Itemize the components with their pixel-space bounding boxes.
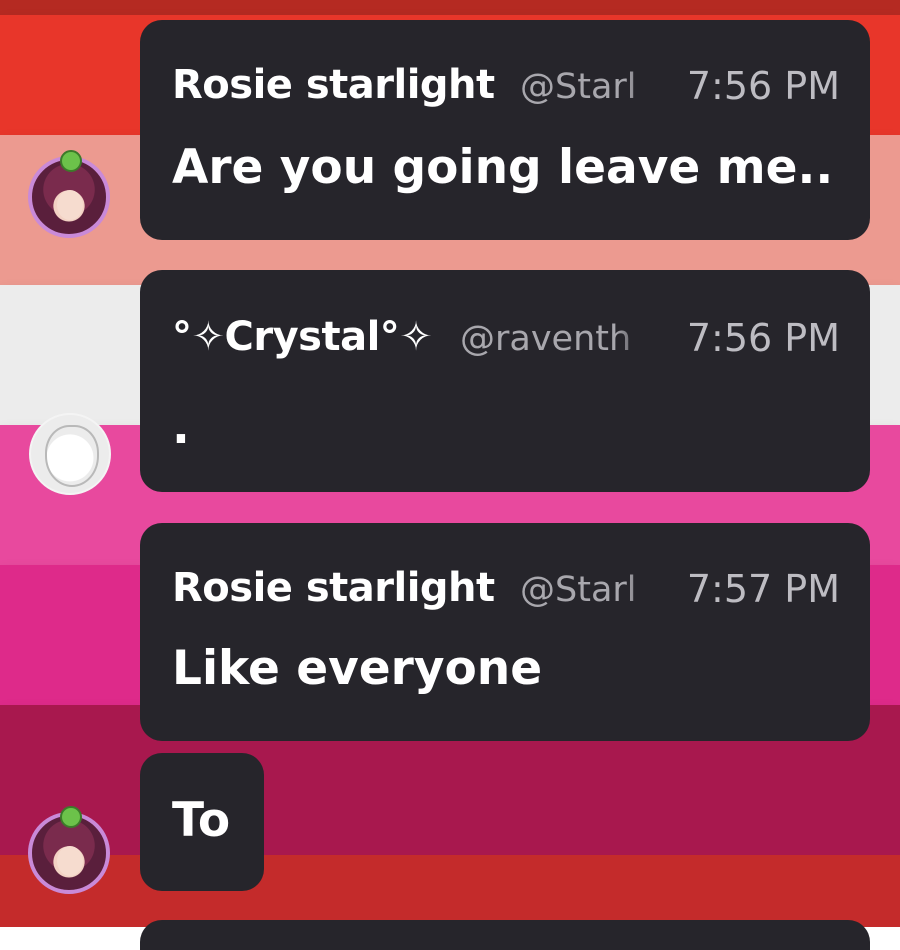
message-timestamp: 7:57 PM xyxy=(686,567,840,611)
author-name[interactable]: Rosie starlight xyxy=(172,565,495,611)
message-bubble[interactable]: To xyxy=(140,753,264,891)
message-bubble-partial[interactable] xyxy=(140,920,870,950)
author-handle: @Starl xyxy=(520,67,637,107)
message-text: To xyxy=(172,793,231,848)
author-handle: @Starl xyxy=(520,570,637,610)
background-stripe xyxy=(0,855,900,927)
avatar-sketch xyxy=(45,425,99,487)
message-text: . xyxy=(172,400,190,455)
message-timestamp: 7:56 PM xyxy=(686,316,840,360)
message-text: Are you going leave me.. xyxy=(172,140,834,195)
message-bubble[interactable]: Rosie starlight @Starl 7:56 PM Are you g… xyxy=(140,20,870,240)
avatar-face xyxy=(57,846,83,876)
message-header: °✧Crystal°✧ @raventh 7:56 PM xyxy=(172,314,840,364)
avatar-face xyxy=(57,190,83,220)
message-header: Rosie starlight @Starl 7:57 PM xyxy=(172,565,840,615)
message-header: Rosie starlight @Starl 7:56 PM xyxy=(172,62,840,112)
message-timestamp: 7:56 PM xyxy=(686,64,840,108)
crystal-avatar[interactable] xyxy=(29,413,111,495)
frog-badge-icon xyxy=(60,150,82,172)
author-name[interactable]: °✧Crystal°✧ xyxy=(172,314,433,360)
message-bubble[interactable]: Rosie starlight @Starl 7:57 PM Like ever… xyxy=(140,523,870,741)
message-bubble[interactable]: °✧Crystal°✧ @raventh 7:56 PM . xyxy=(140,270,870,492)
message-text: Like everyone xyxy=(172,641,543,696)
author-name[interactable]: Rosie starlight xyxy=(172,62,495,108)
frog-badge-icon xyxy=(60,806,82,828)
author-handle: @raventh xyxy=(460,319,632,359)
